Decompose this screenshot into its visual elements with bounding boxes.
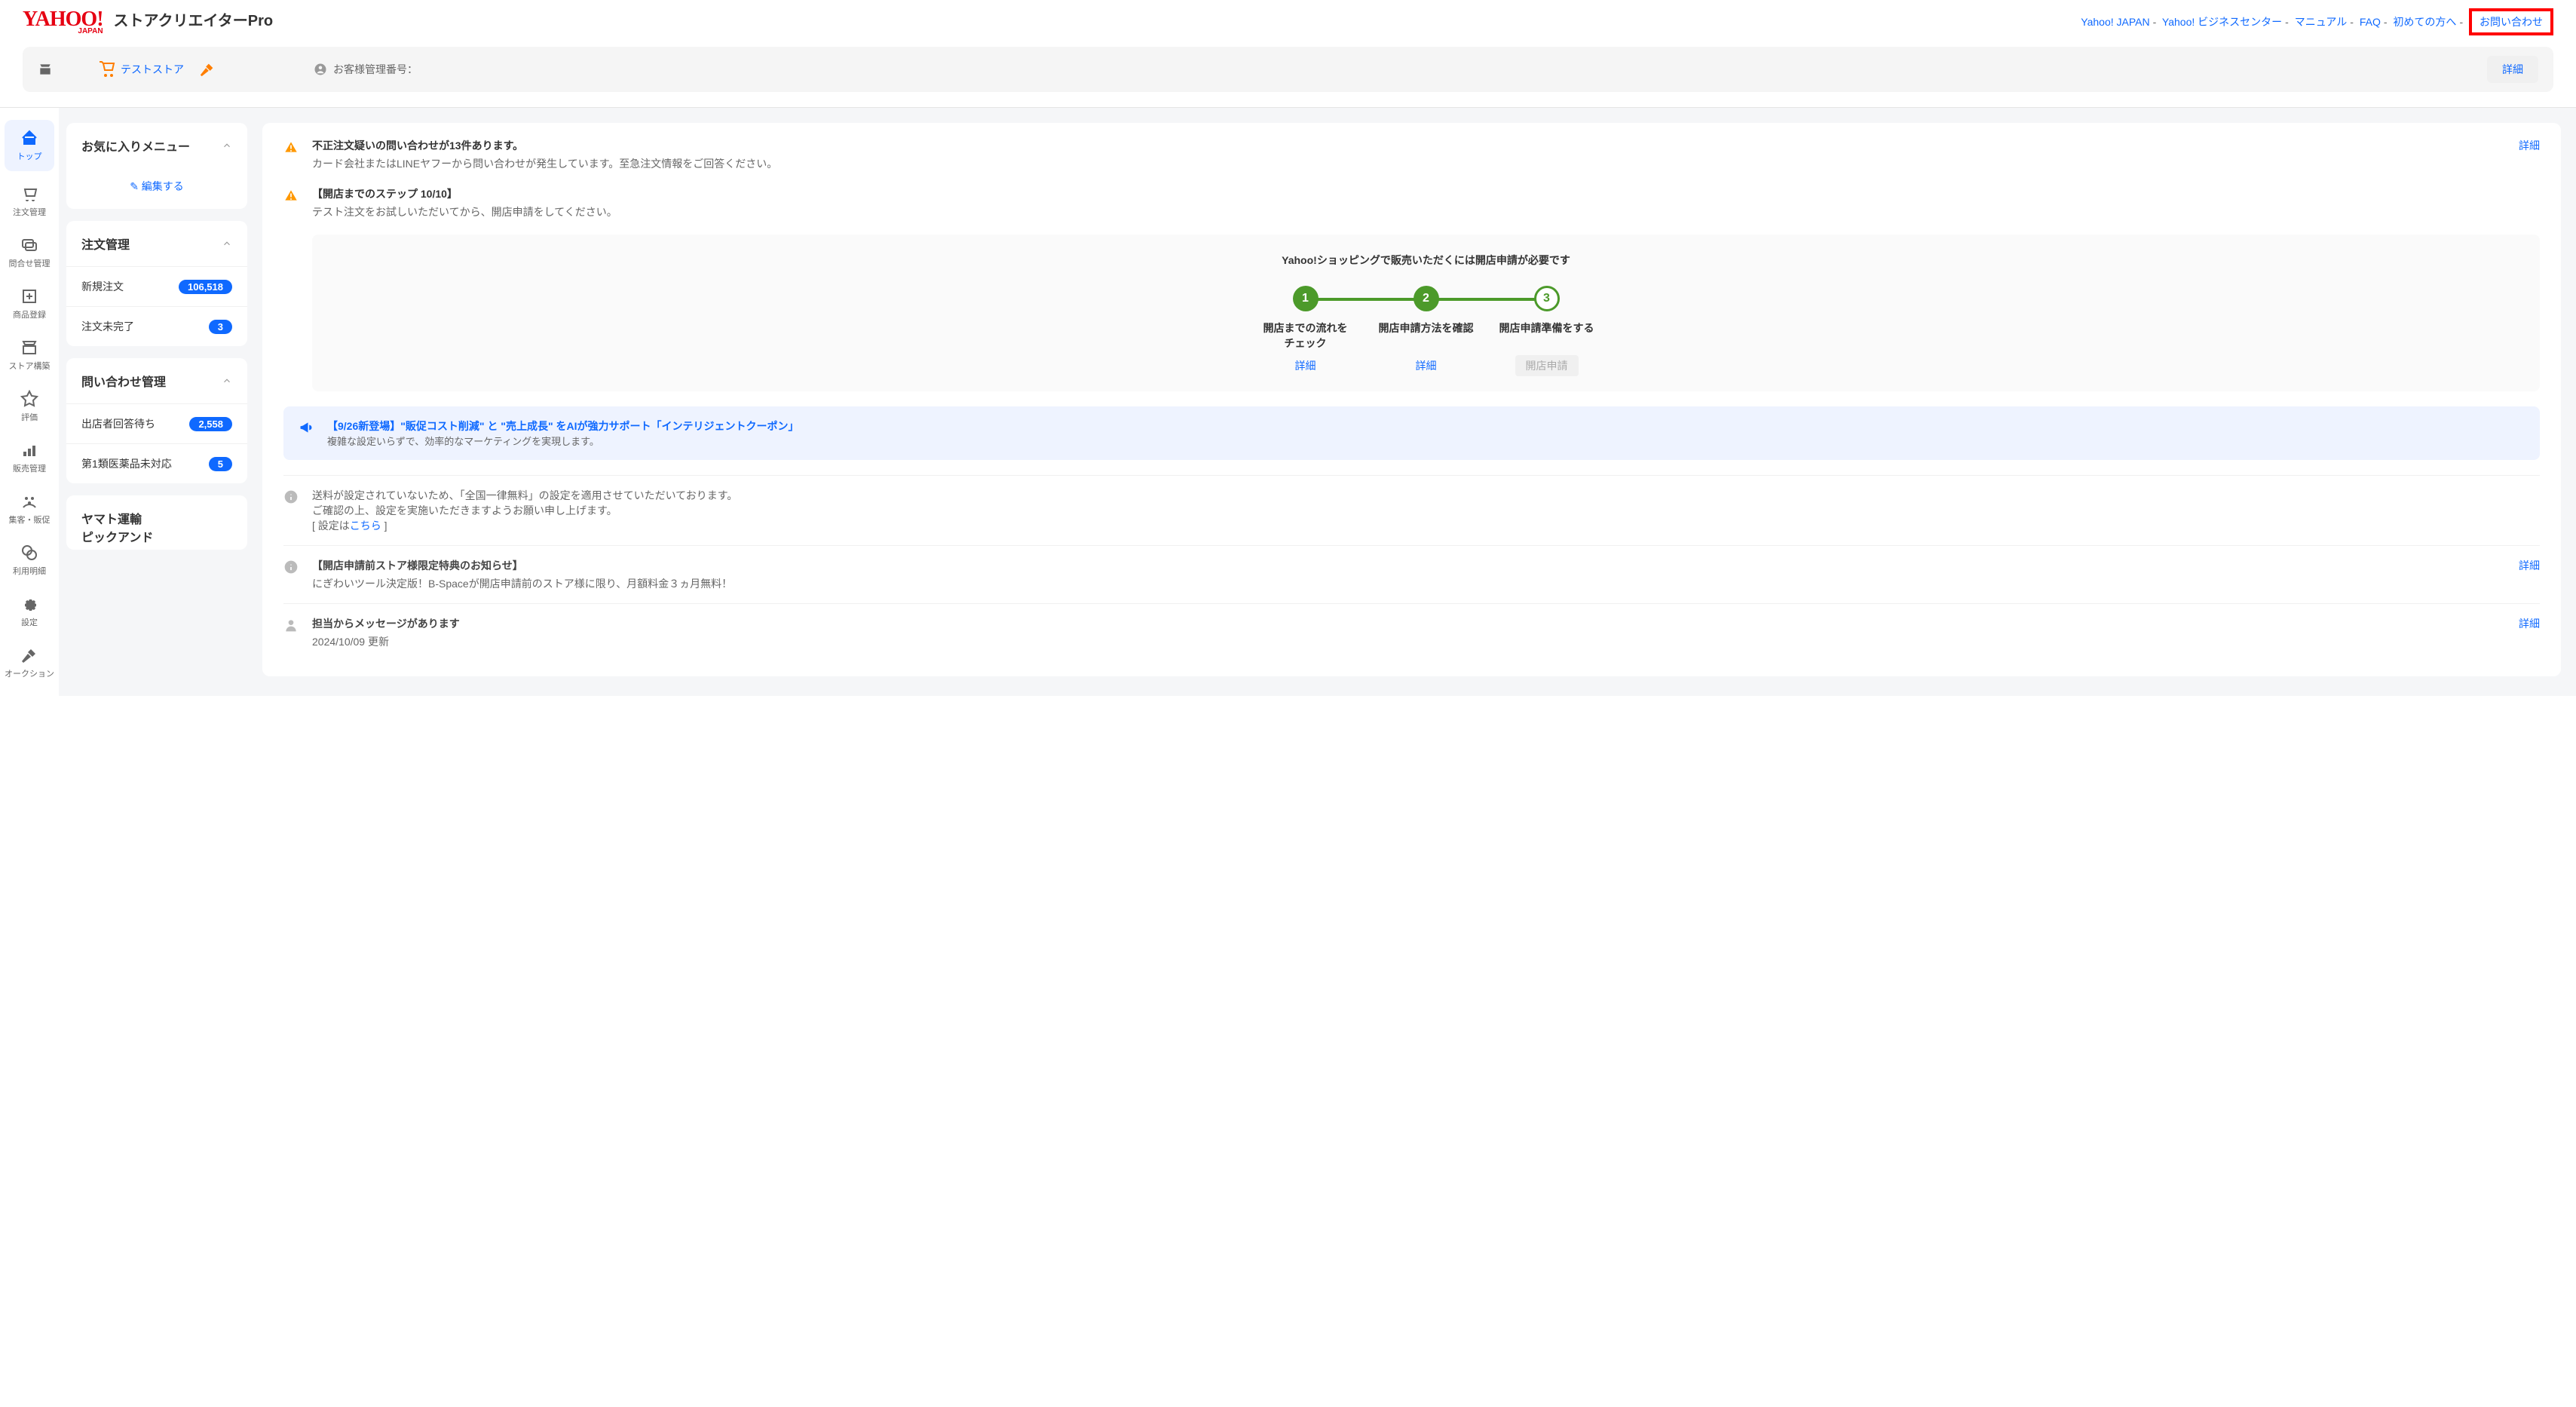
- nav-auction[interactable]: オークション: [0, 637, 59, 688]
- badge-class1: 5: [209, 457, 232, 471]
- cart-icon: [98, 60, 116, 78]
- edit-favorites[interactable]: ✎ 編集する: [66, 168, 247, 209]
- link-first-time[interactable]: 初めての方へ: [2393, 16, 2456, 28]
- hammer-icon[interactable]: [199, 61, 216, 78]
- yamato-card: ヤマト運輸 ピックアンド: [66, 495, 247, 550]
- link-manual[interactable]: マニュアル: [2295, 16, 2348, 28]
- bspace-info: 【開店申請前ストア様限定特典のお知らせ】 にぎわいツール決定版！B-Spaceが…: [283, 545, 2540, 603]
- badge-new-orders: 106,518: [179, 280, 232, 294]
- link-yahoo-japan[interactable]: Yahoo! JAPAN: [2081, 16, 2149, 28]
- chevron-up-icon[interactable]: [222, 238, 232, 249]
- warning-icon: [283, 139, 299, 155]
- step1-detail[interactable]: 詳細: [1295, 360, 1316, 372]
- promo-banner[interactable]: 【9/26新登場】"販促コスト削減" と "売上成長" をAIが強力サポート「イ…: [283, 406, 2540, 460]
- info-icon: [283, 559, 299, 575]
- header: YAHOO! JAPAN ストアクリエイターPro Yahoo! JAPAN- …: [0, 0, 2576, 43]
- orders-title: 注文管理: [81, 234, 130, 253]
- opening-alert-title: 【開店までのステップ 10/10】: [312, 186, 2540, 201]
- customer-id: お客様管理番号：: [314, 62, 418, 77]
- step-2: 2 開店申請方法を確認 詳細: [1366, 286, 1487, 373]
- yamato-title: ヤマト運輸 ピックアンド: [66, 495, 247, 550]
- chevron-up-icon[interactable]: [222, 140, 232, 151]
- orders-card: 注文管理 新規注文 106,518 注文未完了 3: [66, 221, 247, 346]
- header-links: Yahoo! JAPAN- Yahoo! ビジネスセンター- マニュアル- FA…: [2081, 8, 2553, 35]
- row-class1-drugs[interactable]: 第1類医薬品未対応 5: [66, 443, 247, 483]
- inquiries-title: 問い合わせ管理: [81, 372, 166, 390]
- nav-top[interactable]: トップ: [5, 120, 54, 171]
- nav-reviews[interactable]: 評価: [0, 381, 59, 432]
- favorites-card: お気に入りメニュー ✎ 編集する: [66, 123, 247, 209]
- link-contact-highlighted[interactable]: お問い合わせ: [2469, 8, 2553, 35]
- main: 不正注文疑いの問い合わせが13件あります。 カード会社またはLINEヤフーから問…: [255, 108, 2576, 696]
- steps-title: Yahoo!ショッピングで販売いただくには開店申請が必要です: [330, 253, 2522, 268]
- badge-awaiting: 2,558: [189, 417, 232, 431]
- shipping-info: 送料が設定されていないため、「全国一律無料」の設定を適用させていただいております…: [283, 475, 2540, 545]
- step2-detail[interactable]: 詳細: [1416, 360, 1437, 372]
- nav-settings[interactable]: 設定: [0, 586, 59, 637]
- fraud-detail-link[interactable]: 詳細: [2519, 138, 2540, 153]
- sidebar: トップ 注文管理 問合せ管理 商品登録 ストア構築 評価 販売管理 集客・販促 …: [0, 108, 59, 696]
- step-3: 3 開店申請準備をする 開店申請: [1487, 286, 1607, 373]
- person-icon: [283, 618, 299, 633]
- detail-button[interactable]: 詳細: [2487, 56, 2538, 83]
- subheader: テストストア お客様管理番号： 詳細: [23, 47, 2553, 92]
- opening-steps: Yahoo!ショッピングで販売いただくには開店申請が必要です 1 開店までの流れ…: [312, 234, 2540, 391]
- promo-sub: 複雑な設定いらずで、効率的なマーケティングを実現します。: [327, 434, 798, 448]
- store-selector[interactable]: テストストア: [98, 60, 184, 78]
- nav-orders[interactable]: 注文管理: [0, 176, 59, 227]
- nav-sales[interactable]: 販売管理: [0, 432, 59, 483]
- store-name: テストストア: [121, 62, 184, 77]
- opening-alert-sub: テスト注文をお試しいただいてから、開店申請をしてください。: [312, 204, 2540, 219]
- nav-products[interactable]: 商品登録: [0, 278, 59, 330]
- fraud-alert-title: 不正注文疑いの問い合わせが13件あります。: [312, 138, 2505, 153]
- megaphone-icon: [299, 420, 314, 435]
- info-icon: [283, 489, 299, 504]
- nav-inquiries[interactable]: 問合せ管理: [0, 227, 59, 278]
- store-icon: [38, 62, 53, 77]
- row-incomplete-orders[interactable]: 注文未完了 3: [66, 306, 247, 346]
- inquiries-card: 問い合わせ管理 出店者回答待ち 2,558 第1類医薬品未対応 5: [66, 358, 247, 483]
- bspace-detail-link[interactable]: 詳細: [2519, 558, 2540, 573]
- logo[interactable]: YAHOO! JAPAN ストアクリエイターPro: [23, 8, 273, 35]
- step3-apply: 開店申請: [1515, 355, 1579, 376]
- promo-title: 【9/26新登場】"販促コスト削減" と "売上成長" をAIが強力サポート「イ…: [327, 418, 798, 434]
- message-detail-link[interactable]: 詳細: [2519, 616, 2540, 631]
- link-business-center[interactable]: Yahoo! ビジネスセンター: [2162, 16, 2282, 28]
- chevron-up-icon[interactable]: [222, 376, 232, 386]
- row-awaiting-reply[interactable]: 出店者回答待ち 2,558: [66, 403, 247, 443]
- app-title: ストアクリエイターPro: [114, 8, 274, 30]
- favorites-title: お気に入りメニュー: [81, 136, 190, 155]
- badge-incomplete: 3: [209, 320, 232, 334]
- step-1: 1 開店までの流れを チェック 詳細: [1245, 286, 1366, 373]
- user-icon: [314, 63, 327, 76]
- link-faq[interactable]: FAQ: [2360, 16, 2381, 28]
- nav-marketing[interactable]: 集客・販促: [0, 483, 59, 535]
- shipping-settings-link[interactable]: こちら: [350, 520, 381, 532]
- left-panel: お気に入りメニュー ✎ 編集する 注文管理 新規注文 106,518 注文未完了…: [59, 108, 255, 696]
- message-info: 担当からメッセージがあります 2024/10/09 更新 詳細: [283, 603, 2540, 661]
- opening-alert: 【開店までのステップ 10/10】 テスト注文をお試しいただいてから、開店申請を…: [283, 186, 2540, 219]
- nav-statement[interactable]: 利用明細: [0, 535, 59, 586]
- fraud-alert-sub: カード会社またはLINEヤフーから問い合わせが発生しています。至急注文情報をご回…: [312, 156, 2505, 171]
- warning-icon: [283, 188, 299, 203]
- nav-store-build[interactable]: ストア構築: [0, 330, 59, 381]
- row-new-orders[interactable]: 新規注文 106,518: [66, 266, 247, 306]
- fraud-alert: 不正注文疑いの問い合わせが13件あります。 カード会社またはLINEヤフーから問…: [283, 138, 2540, 171]
